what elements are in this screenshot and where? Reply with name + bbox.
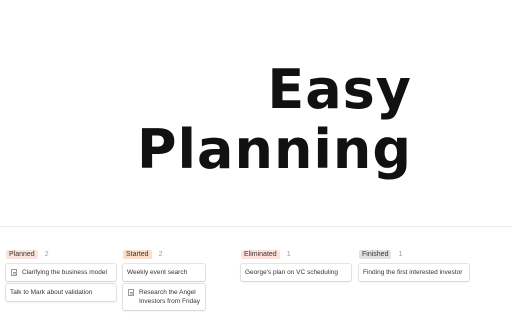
page-title: Easy Planning	[112, 60, 412, 180]
card-title: Finding the first interested investor	[363, 269, 463, 276]
card-title: Talk to Mark about validation	[10, 289, 93, 296]
page-title-line-1: Easy	[267, 58, 412, 121]
column-header[interactable]: Eliminated 1	[241, 248, 351, 260]
board-card[interactable]: Finding the first interested investor	[359, 264, 469, 281]
column-header[interactable]: Finished 1	[359, 248, 469, 260]
card-title: Research the Angel Investors from Friday	[139, 289, 201, 305]
board-column-finished: Finished 1 Finding the first interested …	[359, 248, 469, 284]
column-header[interactable]: Planned 2	[6, 248, 116, 260]
board-card[interactable]: Talk to Mark about validation	[6, 284, 116, 301]
board-column-started: Started 2 Weekly event search Research t…	[123, 248, 205, 313]
board-column-eliminated: Eliminated 1 George's plan on VC schedul…	[241, 248, 351, 284]
status-tag: Eliminated	[241, 249, 280, 259]
card-title: Clarifying the business model	[22, 269, 107, 276]
column-count: 2	[158, 250, 163, 258]
kanban-board: Planned 2 Clarifying the business model …	[6, 248, 512, 320]
divider	[0, 226, 512, 227]
column-count: 2	[44, 250, 49, 258]
page-title-line-2: Planning	[136, 118, 412, 181]
page-icon	[11, 269, 17, 276]
board-card[interactable]: George's plan on VC scheduling	[241, 264, 351, 281]
card-title: George's plan on VC scheduling	[245, 269, 339, 276]
page-icon	[128, 289, 134, 296]
board-card[interactable]: Weekly event search	[123, 264, 205, 281]
board-column-planned: Planned 2 Clarifying the business model …	[6, 248, 116, 304]
card-title: Weekly event search	[127, 269, 188, 276]
page-cover: Easy Planning	[0, 0, 512, 224]
status-tag: Started	[123, 249, 152, 259]
column-count: 1	[286, 250, 291, 258]
status-tag: Planned	[6, 249, 38, 259]
board-card[interactable]: Clarifying the business model	[6, 264, 116, 281]
column-count: 1	[398, 250, 403, 258]
board-card[interactable]: Research the Angel Investors from Friday	[123, 284, 205, 310]
status-tag: Finished	[359, 249, 392, 259]
column-header[interactable]: Started 2	[123, 248, 205, 260]
